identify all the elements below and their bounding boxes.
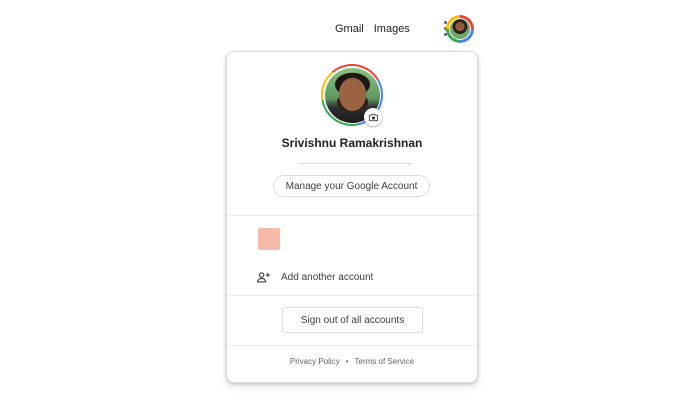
name-divider [299,163,412,164]
manage-account-button[interactable]: Manage your Google Account [273,175,430,197]
page: Gmail Images Srivishnu Ramakrishnan Mana… [0,0,700,400]
other-account-avatar[interactable] [258,228,280,250]
privacy-policy-link[interactable]: Privacy Policy [290,357,340,366]
divider [227,215,477,216]
camera-icon [368,113,378,121]
images-link[interactable]: Images [374,23,410,35]
add-account-row[interactable]: Add another account [255,267,455,287]
account-menu-card: Srivishnu Ramakrishnan Manage your Googl… [226,51,478,383]
gmail-link[interactable]: Gmail [335,23,364,35]
terms-of-service-link[interactable]: Terms of Service [355,357,415,366]
sign-out-button[interactable]: Sign out of all accounts [282,307,423,333]
divider [227,345,477,346]
footer-links: Privacy Policy • Terms of Service [227,357,477,366]
account-avatar-button[interactable] [446,15,474,43]
footer-separator: • [345,357,349,366]
add-account-label: Add another account [281,271,374,283]
person-add-icon [255,269,271,285]
divider [227,295,477,296]
avatar-ring-inner [449,18,471,40]
top-bar: Gmail Images [320,14,460,44]
avatar [450,19,470,39]
user-name: Srivishnu Ramakrishnan [281,136,423,150]
change-photo-button[interactable] [364,108,382,126]
